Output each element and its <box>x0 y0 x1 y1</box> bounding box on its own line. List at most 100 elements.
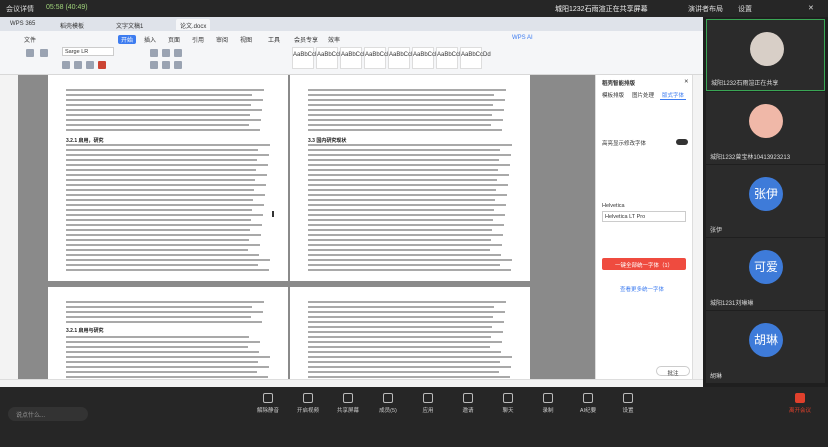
unmute-button[interactable]: 解除静音 <box>250 393 286 414</box>
text-line <box>66 301 264 303</box>
bold-icon[interactable] <box>62 61 70 69</box>
style-heading2[interactable]: AaBbCcDd <box>340 47 371 69</box>
menu-file[interactable]: 文件 <box>24 35 36 44</box>
style-subtitle[interactable]: AaBbCcDd <box>412 47 443 69</box>
text-line <box>308 214 505 216</box>
layout-button[interactable]: 演讲者布局 <box>688 4 723 14</box>
style-normal[interactable]: AaBbCcDd <box>292 47 323 69</box>
close-icon[interactable]: ✕ <box>808 4 814 12</box>
apps-button[interactable]: 应用 <box>410 393 446 414</box>
menu-wps-ai[interactable]: WPS AI <box>512 35 533 41</box>
text-cursor <box>272 211 274 217</box>
avatar: 可爱 <box>749 250 783 284</box>
panel-tab-font[interactable]: 版式字体 <box>662 91 684 99</box>
text-line <box>308 306 494 308</box>
style-title[interactable]: AaBbCcDd <box>388 47 419 69</box>
tab-doc1[interactable]: 文字文稿1 <box>112 19 147 30</box>
tab-docer[interactable]: 稻壳模板 <box>56 19 88 30</box>
text-line <box>308 239 491 241</box>
format-painter-icon[interactable] <box>40 49 48 57</box>
text-line <box>308 326 492 328</box>
menu-efficiency[interactable]: 效率 <box>328 35 340 44</box>
text-line <box>66 311 263 313</box>
indent-icon[interactable] <box>174 49 182 57</box>
record-button[interactable]: 录制 <box>530 393 566 414</box>
comment-button[interactable]: 批注 <box>656 366 690 377</box>
panel-tab-template[interactable]: 模板排版 <box>602 91 624 99</box>
text-line <box>66 361 258 363</box>
unify-font-button[interactable]: 一键全部统一字体（1） <box>602 258 686 270</box>
members-button[interactable]: 成员(5) <box>370 393 406 414</box>
list-icon[interactable] <box>150 49 158 57</box>
panel-tab-image[interactable]: 图片处理 <box>632 91 654 99</box>
menu-reference[interactable]: 引用 <box>192 35 204 44</box>
invite-button[interactable]: 邀请 <box>450 393 486 414</box>
paste-icon[interactable] <box>26 49 34 57</box>
invite-icon <box>463 393 473 403</box>
participant-tile[interactable]: 张伊 张伊 <box>706 165 825 237</box>
participant-tile[interactable]: 城阳1232石雨渲正在共享 <box>706 19 825 91</box>
panel-close-icon[interactable]: ✕ <box>684 79 689 85</box>
tab-wps365[interactable]: WPS 365 <box>6 19 39 30</box>
align-right-icon[interactable] <box>174 61 182 69</box>
menu-insert[interactable]: 插入 <box>144 35 156 44</box>
align-center-icon[interactable] <box>162 61 170 69</box>
align-left-icon[interactable] <box>150 61 158 69</box>
text-line <box>66 336 249 338</box>
menu-view[interactable]: 视图 <box>240 35 252 44</box>
style-quote[interactable]: AaBbCcDd <box>460 47 491 69</box>
more-fonts-link[interactable]: 查看更多统一字体 <box>620 285 664 293</box>
font-color-icon[interactable] <box>98 61 106 69</box>
menu-page[interactable]: 页面 <box>168 35 180 44</box>
style-heading1[interactable]: AaBbCcDd <box>316 47 347 69</box>
settings-button[interactable]: 设置 <box>738 4 752 14</box>
participant-tile[interactable]: 胡琳 胡琳 <box>706 311 825 383</box>
font-select[interactable]: Helvetica LT Pro <box>602 211 686 222</box>
participant-tile[interactable]: 城阳1232曾宝林10413923213 <box>706 92 825 164</box>
settings-button-bottom[interactable]: 设置 <box>610 393 646 414</box>
highlight-toggle[interactable] <box>676 139 688 145</box>
underline-icon[interactable] <box>86 61 94 69</box>
text-line <box>308 316 493 318</box>
members-icon <box>383 393 393 403</box>
status-bar <box>0 379 703 387</box>
text-line <box>66 346 248 348</box>
style-emphasis[interactable]: AaBbCcDd <box>436 47 467 69</box>
text-line <box>66 214 263 216</box>
participant-tile[interactable]: 可爱 城阳1231刘琳琳 <box>706 238 825 310</box>
text-line <box>66 351 259 353</box>
text-line <box>308 94 494 96</box>
text-line <box>66 124 249 126</box>
chat-input[interactable]: 说点什么... <box>8 407 88 421</box>
smart-format-panel: 稻壳智能排版 ✕ 模板排版 图片处理 版式字体 高亮显示修改字体 Helveti… <box>595 75 692 379</box>
chat-button[interactable]: 聊天 <box>490 393 526 414</box>
text-line <box>66 194 265 196</box>
ai-notes-button[interactable]: AI纪要 <box>570 393 606 414</box>
text-line <box>66 356 270 358</box>
menu-tools[interactable]: 工具 <box>268 35 280 44</box>
microphone-icon <box>263 393 273 403</box>
style-heading3[interactable]: AaBbCcDd <box>364 47 395 69</box>
right-side-toolbar <box>692 75 703 379</box>
video-button[interactable]: 开启视频 <box>290 393 326 414</box>
participant-name: 胡琳 <box>710 374 723 380</box>
menu-review[interactable]: 审阅 <box>216 35 228 44</box>
text-line <box>308 199 495 201</box>
font-name-select[interactable]: Sarge LR <box>62 47 114 56</box>
text-line <box>308 89 506 91</box>
text-line <box>308 351 501 353</box>
text-line <box>308 244 502 246</box>
menu-member[interactable]: 会员专享 <box>294 35 318 44</box>
italic-icon[interactable] <box>74 61 82 69</box>
text-line <box>66 154 269 156</box>
numbered-list-icon[interactable] <box>162 49 170 57</box>
menu-home[interactable]: 开始 <box>118 35 137 44</box>
text-line <box>308 259 512 261</box>
meeting-info-label[interactable]: 会议详情 <box>6 4 34 14</box>
text-line <box>308 311 505 313</box>
text-line <box>308 159 499 161</box>
text-line <box>66 104 251 106</box>
tab-thesis[interactable]: 论文.docx <box>176 19 211 30</box>
share-screen-button[interactable]: 共享屏幕 <box>330 393 366 414</box>
leave-meeting-button[interactable]: 离开会议 <box>782 393 818 414</box>
